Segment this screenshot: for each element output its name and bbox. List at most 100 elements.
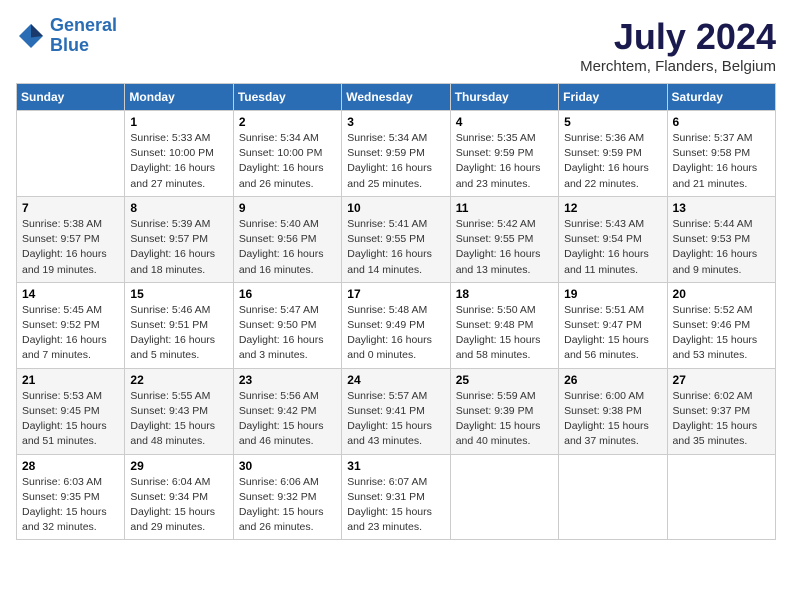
month-title: July 2024 (580, 16, 776, 58)
day-cell-12: 12 Sunrise: 5:43 AM Sunset: 9:54 PM Dayli… (559, 196, 667, 282)
day-info: Sunrise: 5:48 AM Sunset: 9:49 PM Dayligh… (347, 303, 444, 364)
day-info: Sunrise: 5:39 AM Sunset: 9:57 PM Dayligh… (130, 217, 227, 278)
title-block: July 2024 Merchtem, Flanders, Belgium (580, 16, 776, 75)
day-info: Sunrise: 5:44 AM Sunset: 9:53 PM Dayligh… (673, 217, 770, 278)
day-cell-27: 27Sunrise: 6:02 AM Sunset: 9:37 PM Dayli… (667, 368, 775, 454)
day-info: Sunrise: 5:56 AM Sunset: 9:42 PM Dayligh… (239, 389, 336, 450)
column-header-monday: Monday (125, 84, 233, 111)
logo: General Blue (16, 16, 117, 56)
day-info: Sunrise: 5:42 AM Sunset: 9:55 PM Dayligh… (456, 217, 553, 278)
day-number: 12 (564, 201, 661, 215)
day-cell-25: 25 Sunrise: 5:59 AM Sunset: 9:39 PM Dayli… (450, 368, 558, 454)
column-header-saturday: Saturday (667, 84, 775, 111)
day-cell-29: 29 Sunrise: 6:04 AM Sunset: 9:34 PM Dayli… (125, 454, 233, 540)
empty-cell (450, 454, 558, 540)
day-number: 24 (347, 373, 444, 387)
day-number: 19 (564, 287, 661, 301)
day-cell-2: 2Sunrise: 5:34 AM Sunset: 10:00 PM Dayli… (233, 111, 341, 197)
location-title: Merchtem, Flanders, Belgium (580, 58, 776, 75)
day-cell-10: 10 Sunrise: 5:41 AM Sunset: 9:55 PM Dayli… (342, 196, 450, 282)
day-info: Sunrise: 5:37 AM Sunset: 9:58 PM Dayligh… (673, 131, 770, 192)
day-cell-28: 28 Sunrise: 6:03 AM Sunset: 9:35 PM Dayli… (17, 454, 125, 540)
calendar-table: SundayMondayTuesdayWednesdayThursdayFrid… (16, 83, 776, 540)
day-number: 17 (347, 287, 444, 301)
day-info: Sunrise: 5:35 AM Sunset: 9:59 PM Dayligh… (456, 131, 553, 192)
day-number: 10 (347, 201, 444, 215)
day-info: Sunrise: 6:07 AM Sunset: 9:31 PM Dayligh… (347, 475, 444, 536)
day-number: 18 (456, 287, 553, 301)
day-cell-23: 23 Sunrise: 5:56 AM Sunset: 9:42 PM Dayli… (233, 368, 341, 454)
day-cell-3: 3Sunrise: 5:34 AM Sunset: 9:59 PM Daylig… (342, 111, 450, 197)
logo-text: General Blue (50, 16, 117, 56)
day-info: Sunrise: 6:02 AM Sunset: 9:37 PM Dayligh… (673, 389, 770, 450)
empty-cell (17, 111, 125, 197)
day-info: Sunrise: 5:33 AM Sunset: 10:00 PM Daylig… (130, 131, 227, 192)
day-cell-19: 19Sunrise: 5:51 AM Sunset: 9:47 PM Dayli… (559, 282, 667, 368)
day-info: Sunrise: 6:03 AM Sunset: 9:35 PM Dayligh… (22, 475, 119, 536)
day-cell-13: 13 Sunrise: 5:44 AM Sunset: 9:53 PM Dayli… (667, 196, 775, 282)
day-info: Sunrise: 5:43 AM Sunset: 9:54 PM Dayligh… (564, 217, 661, 278)
day-cell-21: 21 Sunrise: 5:53 AM Sunset: 9:45 PM Dayli… (17, 368, 125, 454)
day-cell-15: 15 Sunrise: 5:46 AM Sunset: 9:51 PM Dayli… (125, 282, 233, 368)
logo-icon (16, 21, 46, 51)
empty-cell (559, 454, 667, 540)
day-info: Sunrise: 5:57 AM Sunset: 9:41 PM Dayligh… (347, 389, 444, 450)
day-number: 20 (673, 287, 770, 301)
day-cell-11: 11 Sunrise: 5:42 AM Sunset: 9:55 PM Dayli… (450, 196, 558, 282)
day-cell-14: 14 Sunrise: 5:45 AM Sunset: 9:52 PM Dayli… (17, 282, 125, 368)
day-number: 14 (22, 287, 119, 301)
day-cell-20: 20Sunrise: 5:52 AM Sunset: 9:46 PM Dayli… (667, 282, 775, 368)
day-cell-6: 6 Sunrise: 5:37 AM Sunset: 9:58 PM Daylig… (667, 111, 775, 197)
day-cell-31: 31 Sunrise: 6:07 AM Sunset: 9:31 PM Dayli… (342, 454, 450, 540)
day-number: 25 (456, 373, 553, 387)
day-number: 28 (22, 459, 119, 473)
day-number: 4 (456, 115, 553, 129)
day-number: 23 (239, 373, 336, 387)
day-number: 3 (347, 115, 444, 129)
week-row-4: 21 Sunrise: 5:53 AM Sunset: 9:45 PM Dayli… (17, 368, 776, 454)
day-info: Sunrise: 5:38 AM Sunset: 9:57 PM Dayligh… (22, 217, 119, 278)
day-cell-7: 7 Sunrise: 5:38 AM Sunset: 9:57 PM Daylig… (17, 196, 125, 282)
day-info: Sunrise: 6:06 AM Sunset: 9:32 PM Dayligh… (239, 475, 336, 536)
day-number: 29 (130, 459, 227, 473)
week-row-1: 1 Sunrise: 5:33 AM Sunset: 10:00 PM Dayli… (17, 111, 776, 197)
day-number: 8 (130, 201, 227, 215)
day-cell-4: 4 Sunrise: 5:35 AM Sunset: 9:59 PM Daylig… (450, 111, 558, 197)
day-info: Sunrise: 6:00 AM Sunset: 9:38 PM Dayligh… (564, 389, 661, 450)
day-info: Sunrise: 5:45 AM Sunset: 9:52 PM Dayligh… (22, 303, 119, 364)
day-cell-8: 8 Sunrise: 5:39 AM Sunset: 9:57 PM Daylig… (125, 196, 233, 282)
day-cell-9: 9 Sunrise: 5:40 AM Sunset: 9:56 PM Daylig… (233, 196, 341, 282)
day-cell-18: 18Sunrise: 5:50 AM Sunset: 9:48 PM Dayli… (450, 282, 558, 368)
day-info: Sunrise: 5:41 AM Sunset: 9:55 PM Dayligh… (347, 217, 444, 278)
day-info: Sunrise: 5:40 AM Sunset: 9:56 PM Dayligh… (239, 217, 336, 278)
day-number: 6 (673, 115, 770, 129)
column-header-friday: Friday (559, 84, 667, 111)
day-info: Sunrise: 5:47 AM Sunset: 9:50 PM Dayligh… (239, 303, 336, 364)
day-number: 16 (239, 287, 336, 301)
day-number: 31 (347, 459, 444, 473)
day-info: Sunrise: 5:59 AM Sunset: 9:39 PM Dayligh… (456, 389, 553, 450)
day-cell-26: 26 Sunrise: 6:00 AM Sunset: 9:38 PM Dayli… (559, 368, 667, 454)
day-number: 7 (22, 201, 119, 215)
page-header: General Blue July 2024 Merchtem, Flander… (16, 16, 776, 75)
day-number: 26 (564, 373, 661, 387)
day-number: 13 (673, 201, 770, 215)
day-number: 22 (130, 373, 227, 387)
week-row-3: 14 Sunrise: 5:45 AM Sunset: 9:52 PM Dayli… (17, 282, 776, 368)
day-number: 21 (22, 373, 119, 387)
day-number: 9 (239, 201, 336, 215)
day-cell-24: 24 Sunrise: 5:57 AM Sunset: 9:41 PM Dayli… (342, 368, 450, 454)
day-cell-5: 5Sunrise: 5:36 AM Sunset: 9:59 PM Daylig… (559, 111, 667, 197)
day-number: 30 (239, 459, 336, 473)
day-cell-22: 22Sunrise: 5:55 AM Sunset: 9:43 PM Dayli… (125, 368, 233, 454)
day-info: Sunrise: 5:53 AM Sunset: 9:45 PM Dayligh… (22, 389, 119, 450)
day-cell-17: 17 Sunrise: 5:48 AM Sunset: 9:49 PM Dayli… (342, 282, 450, 368)
day-number: 2 (239, 115, 336, 129)
day-info: Sunrise: 6:04 AM Sunset: 9:34 PM Dayligh… (130, 475, 227, 536)
day-info: Sunrise: 5:46 AM Sunset: 9:51 PM Dayligh… (130, 303, 227, 364)
day-number: 15 (130, 287, 227, 301)
day-number: 11 (456, 201, 553, 215)
empty-cell (667, 454, 775, 540)
day-number: 1 (130, 115, 227, 129)
day-number: 5 (564, 115, 661, 129)
